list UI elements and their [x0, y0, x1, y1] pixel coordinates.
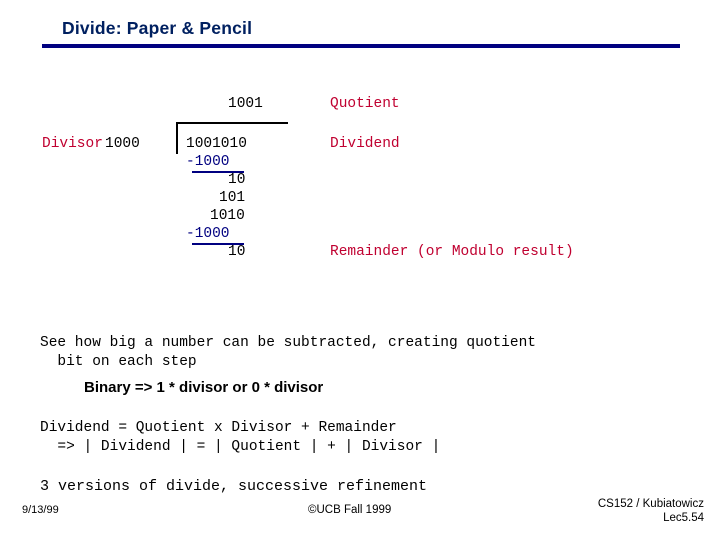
slide-canvas: Divide: Paper & Pencil 1001 Quotient Div…: [0, 0, 720, 540]
page-title: Divide: Paper & Pencil: [62, 18, 253, 38]
partial-remainder-1: 10: [228, 172, 246, 188]
division-bracket-vertical: [176, 122, 178, 154]
footer-copyright: ©UCB Fall 1999: [308, 504, 392, 516]
quotient-label: Quotient: [330, 96, 400, 112]
footer-course-line: CS152 / Kubiatowicz: [597, 498, 704, 510]
dividend-value: 1001010: [186, 136, 247, 152]
partial-remainder-3: 1010: [210, 208, 245, 224]
dividend-label: Dividend: [330, 136, 400, 152]
division-bracket-overbar: [176, 122, 288, 124]
divisor-label: Divisor: [42, 136, 103, 152]
remainder-label: Remainder (or Modulo result): [330, 244, 574, 260]
note-see-how: See how big a number can be subtracted, …: [40, 335, 536, 370]
subtraction-step-2: -1000: [186, 226, 230, 242]
footer-date: 9/13/99: [22, 504, 59, 516]
footer-course-info: CS152 / Kubiatowicz Lec5.54: [598, 497, 704, 525]
footer-lecture-line: Lec5.54: [663, 512, 704, 524]
remainder-value: 10: [228, 244, 246, 260]
title-underline-rule: [42, 44, 680, 48]
note-dividend-equation: Dividend = Quotient x Divisor + Remainde…: [40, 420, 441, 455]
note-binary: Binary => 1 * divisor or 0 * divisor: [84, 379, 324, 396]
note-versions: 3 versions of divide, successive refinem…: [40, 478, 428, 495]
partial-remainder-2: 101: [219, 190, 246, 206]
divisor-value: 1000: [105, 136, 140, 152]
quotient-digits: 1001: [228, 96, 263, 112]
subtraction-step-1: -1000: [186, 154, 230, 170]
